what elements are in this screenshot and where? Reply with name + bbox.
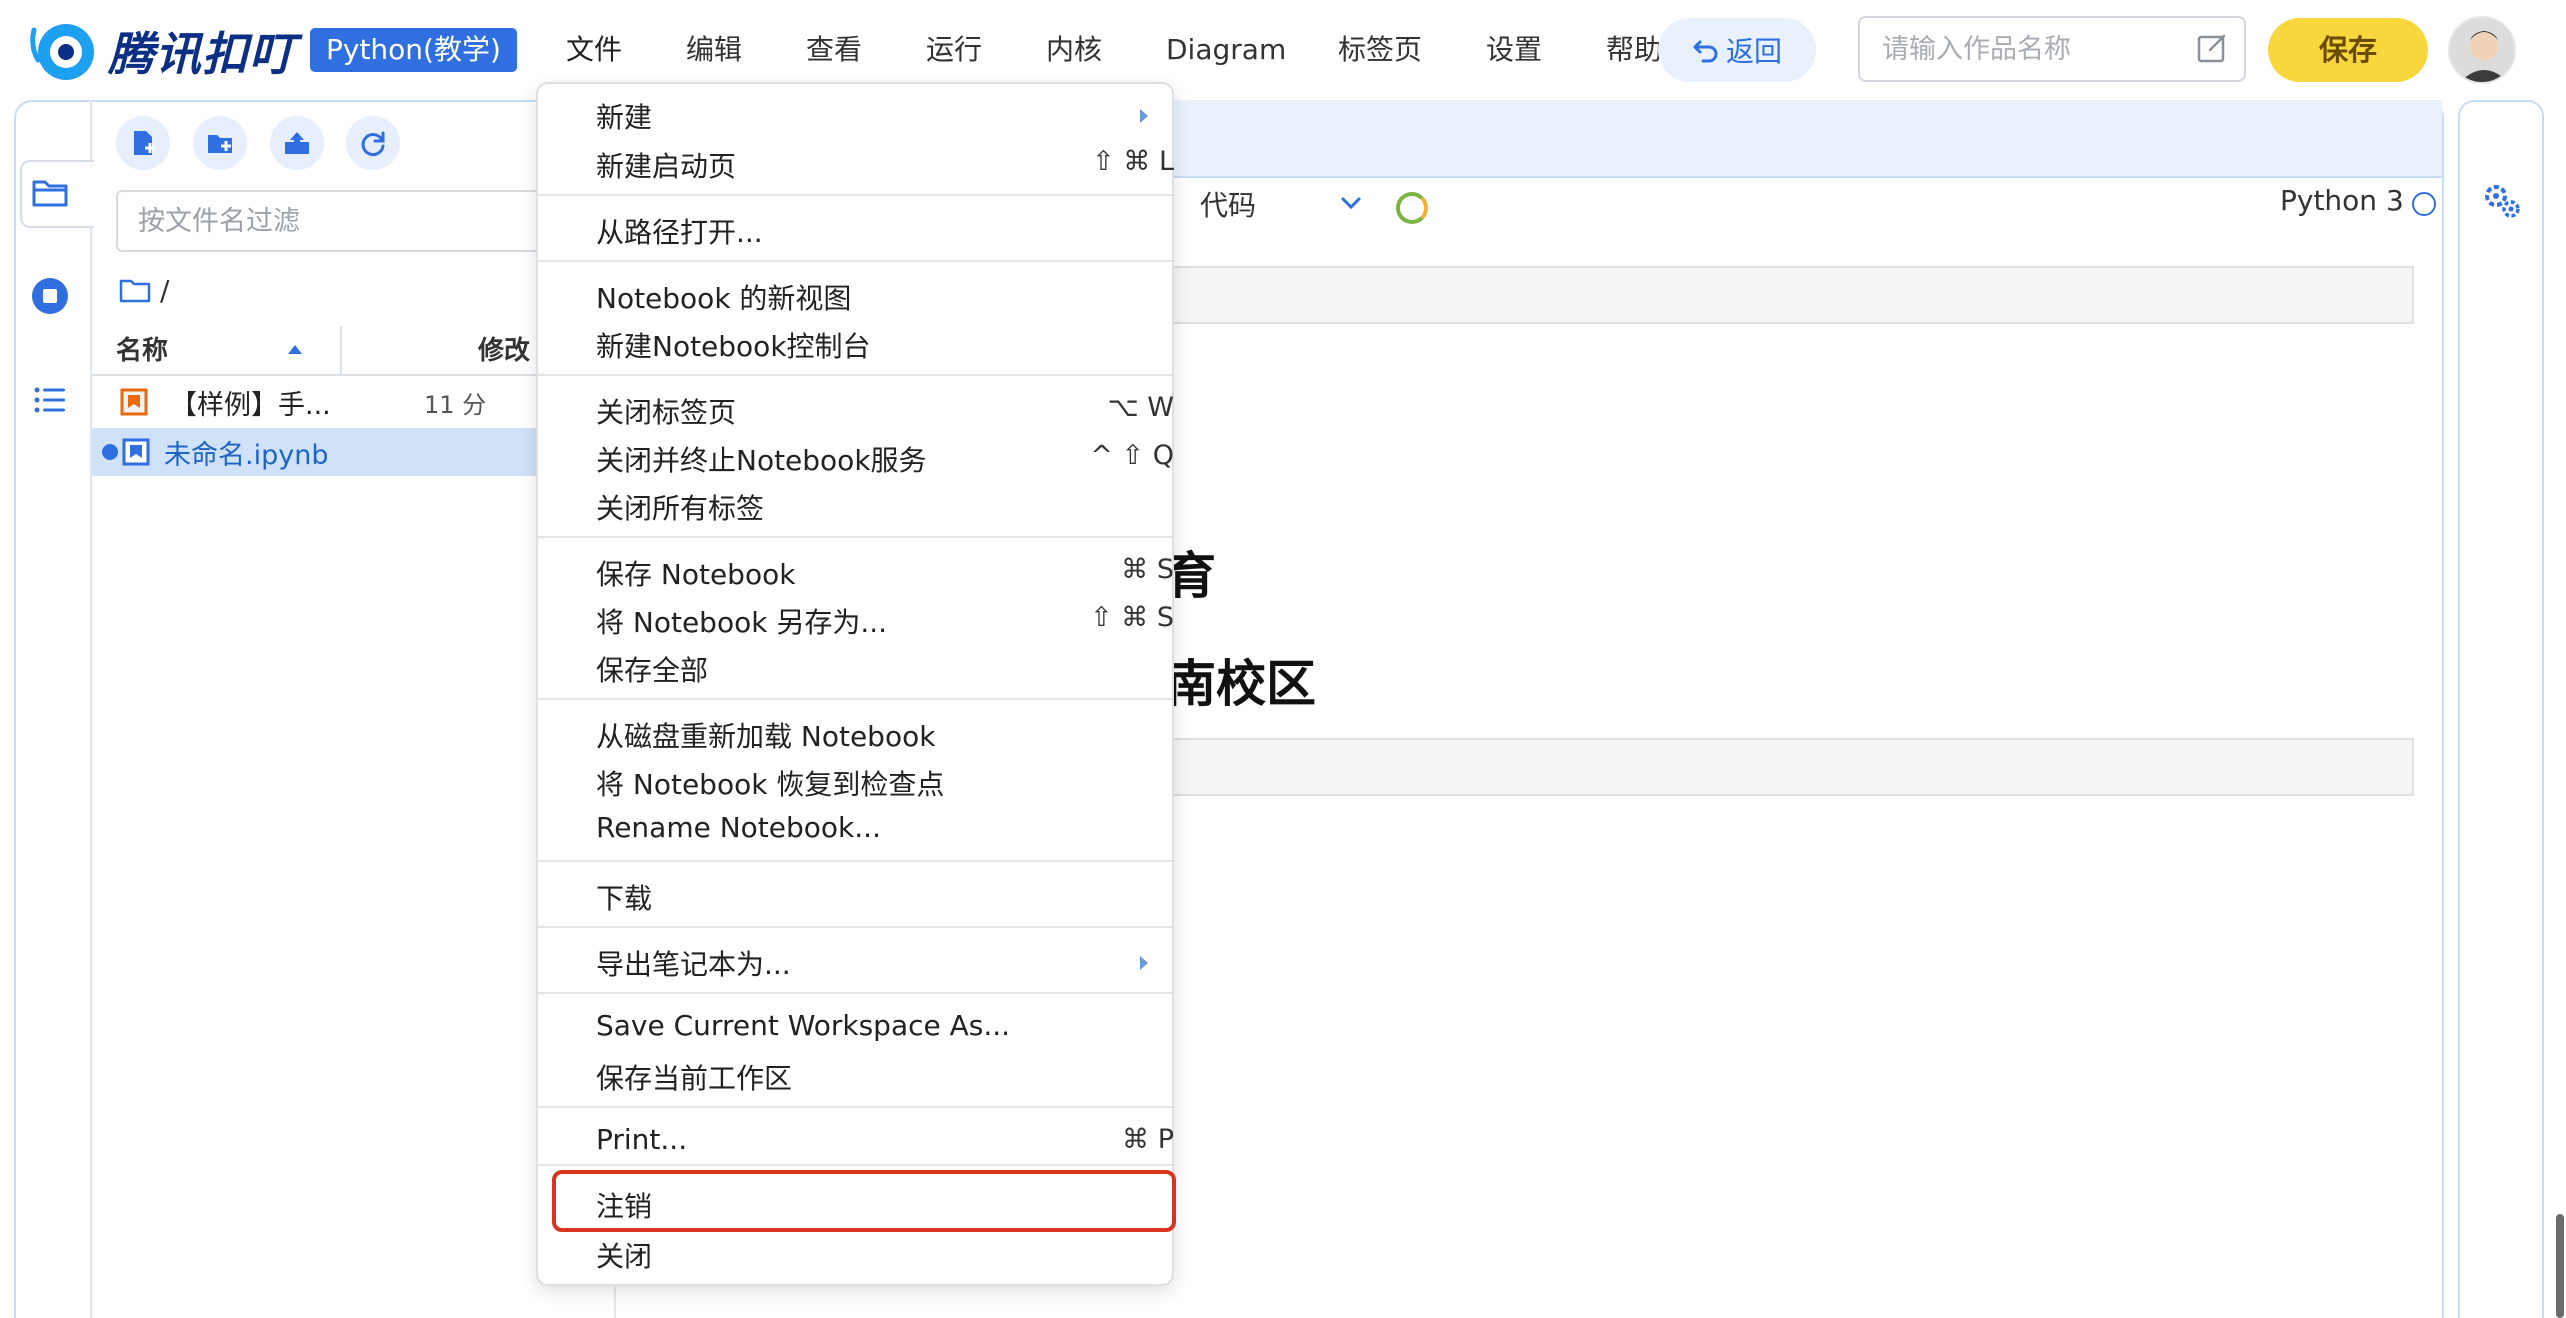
upload-button[interactable] (270, 116, 324, 170)
shortcut: ⇧ ⌘ S (1090, 602, 1174, 633)
notebook-blue-icon (122, 438, 150, 466)
back-label: 返回 (1725, 35, 1782, 68)
menu-run[interactable]: 运行 (926, 20, 982, 80)
running-indicator (102, 444, 118, 460)
menu-item-rename[interactable]: Rename Notebook... (596, 811, 881, 844)
menu-item-save-workspace[interactable]: 保存当前工作区 (596, 1057, 792, 1097)
folder-icon[interactable] (118, 275, 152, 305)
menu-help[interactable]: 帮助 (1606, 20, 1662, 80)
kernel-idle-indicator (2412, 192, 2436, 216)
menu-separator (538, 194, 1172, 196)
menu-item-print[interactable]: Print... (596, 1123, 687, 1156)
highlight-box (552, 1170, 1176, 1232)
menu-item-download[interactable]: 下载 (596, 877, 652, 917)
menu-separator (538, 860, 1172, 862)
chevron-down-icon[interactable] (1340, 196, 1362, 210)
new-notebook-button[interactable] (116, 116, 170, 170)
cell-type-select[interactable]: 代码 (1200, 184, 1256, 224)
column-header-name[interactable]: 名称 (116, 328, 168, 374)
column-divider[interactable] (340, 326, 342, 374)
notebook-cell[interactable] (1170, 266, 2414, 324)
upload-icon (285, 132, 309, 154)
menu-item-shutdown[interactable]: 关闭 (596, 1235, 652, 1275)
file-modified: 11 分 (424, 390, 487, 419)
work-name-input[interactable] (1858, 16, 2246, 82)
column-header-modified[interactable]: 修改 (478, 328, 530, 374)
right-sidebar (2458, 100, 2544, 1318)
menu-view[interactable]: 查看 (806, 20, 862, 80)
menu-separator (538, 260, 1172, 262)
menu-item-close-all[interactable]: 关闭所有标签 (596, 487, 764, 527)
menu-separator (538, 698, 1172, 700)
menu-item-save-all[interactable]: 保存全部 (596, 649, 708, 689)
submenu-arrow-icon (1140, 109, 1148, 123)
shortcut: ^ ⇧ Q (1090, 440, 1174, 471)
notebook-orange-icon (120, 388, 148, 416)
kernel-name[interactable]: Python 3 (2280, 184, 2404, 217)
logo[interactable]: 腾讯扣叮 (28, 16, 296, 86)
property-inspector-gear-icon[interactable] (2480, 178, 2524, 222)
submenu-arrow-icon (1140, 956, 1148, 970)
list-icon[interactable] (30, 380, 70, 420)
scrollbar-thumb[interactable] (2556, 1214, 2564, 1318)
markdown-heading: 南校区 (1166, 655, 1316, 713)
shortcut: ⇧ ⌘ L (1092, 146, 1174, 177)
language-badge: Python(教学) (310, 28, 517, 72)
new-folder-button[interactable] (193, 116, 247, 170)
menu-separator (538, 926, 1172, 928)
user-portrait-icon (2450, 18, 2514, 82)
menu-item-open-from-path[interactable]: 从路径打开... (596, 211, 763, 251)
menu-item-new[interactable]: 新建 (596, 96, 652, 136)
menu-item-close-and-shutdown[interactable]: 关闭并终止Notebook服务 (596, 439, 927, 479)
shortcut: ⌘ S (1121, 554, 1174, 585)
menu-edit[interactable]: 编辑 (686, 20, 742, 80)
menu-item-reload[interactable]: 从磁盘重新加载 Notebook (596, 715, 935, 755)
refresh-button[interactable] (346, 116, 400, 170)
menu-item-export[interactable]: 导出笔记本为... (596, 943, 791, 983)
menu-kernel[interactable]: 内核 (1046, 20, 1102, 80)
edit-icon[interactable] (2196, 32, 2228, 64)
menu-diagram[interactable]: Diagram (1166, 20, 1286, 80)
menu-item-new-view[interactable]: Notebook 的新视图 (596, 277, 851, 317)
menu-item-new-console[interactable]: 新建Notebook控制台 (596, 325, 871, 365)
save-button[interactable]: 保存 (2268, 18, 2428, 82)
menu-separator (538, 374, 1172, 376)
logo-icon (30, 24, 94, 80)
menu-item-revert-checkpoint[interactable]: 将 Notebook 恢复到检查点 (596, 763, 944, 803)
breadcrumb: / (118, 270, 169, 310)
menu-separator (538, 1164, 1172, 1166)
logo-text: 腾讯扣叮 (108, 27, 296, 81)
kernel-status-spinner (1396, 192, 1428, 224)
menu-file[interactable]: 文件 (566, 20, 622, 80)
menu-item-save-as[interactable]: 将 Notebook 另存为... (596, 601, 887, 641)
menu-separator (538, 992, 1172, 994)
avatar[interactable] (2448, 16, 2516, 84)
file-filter-input[interactable] (116, 190, 576, 252)
undo-icon (1693, 40, 1718, 63)
shortcut: ⌘ P (1122, 1124, 1174, 1155)
refresh-icon (361, 131, 385, 156)
sort-ascending-icon[interactable] (286, 342, 304, 356)
menu-separator (538, 1106, 1172, 1108)
file-name: 未命名.ipynb (164, 439, 329, 471)
menu-item-save-workspace-as[interactable]: Save Current Workspace As... (596, 1009, 1010, 1042)
folder-icon[interactable] (30, 172, 70, 212)
file-name: 【样例】手... (170, 389, 331, 421)
shortcut: ⌥ W (1107, 392, 1174, 423)
stop-circle-icon[interactable] (30, 276, 70, 316)
menu-separator (538, 536, 1172, 538)
menu-item-new-launcher[interactable]: 新建启动页 (596, 145, 736, 185)
new-file-icon (134, 131, 155, 155)
menu-item-close-tab[interactable]: 关闭标签页 (596, 391, 736, 431)
notebook-cell[interactable] (1170, 738, 2414, 796)
menu-tabs[interactable]: 标签页 (1338, 20, 1422, 80)
menu-item-save[interactable]: 保存 Notebook (596, 553, 795, 593)
breadcrumb-root[interactable]: / (160, 274, 169, 307)
menu-settings[interactable]: 设置 (1486, 20, 1542, 80)
back-button[interactable]: 返回 (1658, 18, 1816, 82)
new-folder-icon (208, 135, 232, 153)
